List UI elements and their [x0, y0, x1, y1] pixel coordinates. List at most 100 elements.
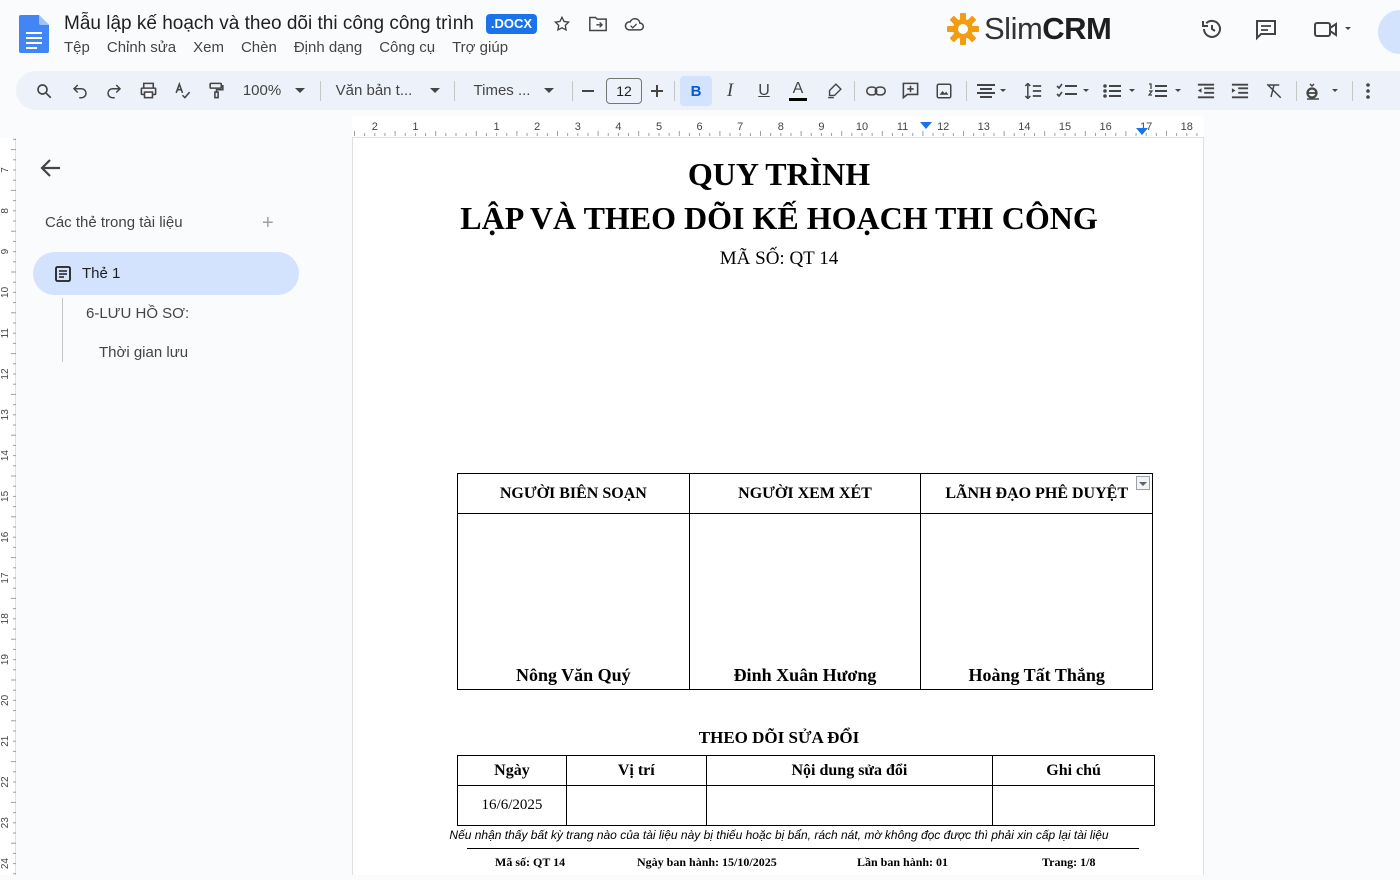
- insert-image-icon[interactable]: [930, 71, 958, 110]
- add-tab-icon[interactable]: +: [262, 212, 274, 235]
- insert-link-icon[interactable]: [862, 71, 890, 110]
- ruler-label: 10: [856, 121, 868, 133]
- back-arrow-icon[interactable]: [38, 156, 64, 180]
- decrease-indent-icon[interactable]: [1192, 71, 1220, 110]
- highlight-icon[interactable]: [820, 71, 848, 110]
- vruler-ticks: 7 8 9 10 11 12 13 14 15 16 17 18 19 20 21 22 23 24: [0, 138, 16, 875]
- document-title[interactable]: Mẫu lập kế hoạch và theo dõi thi công cô…: [64, 13, 474, 35]
- menu-tools[interactable]: Công cụ: [379, 39, 435, 56]
- vruler-label: 18: [0, 613, 11, 625]
- history-icon[interactable]: [1197, 14, 1227, 44]
- top-bar: Mẫu lập kế hoạch và theo dõi thi công cô…: [0, 0, 1400, 68]
- vruler-label: 13: [0, 409, 11, 421]
- decrease-font-size-icon[interactable]: [577, 71, 599, 110]
- checklist-icon[interactable]: [1054, 71, 1094, 110]
- horizontal-ruler[interactable]: 2 1 1 2 3 4 5 6 7 8 9 10 11 12 13 14 15 16 17 18: [352, 116, 1204, 138]
- ruler-label: 4: [615, 121, 621, 133]
- outline-item[interactable]: Thời gian lưu: [99, 344, 188, 361]
- sign-name: Đinh Xuân Hương: [688, 513, 922, 690]
- vruler-label: 17: [0, 572, 11, 584]
- font-family-select[interactable]: Times ...: [468, 71, 560, 110]
- doc-code: MÃ SỐ: QT 14: [719, 248, 839, 269]
- docs-logo-icon[interactable]: [19, 15, 49, 53]
- move-folder-icon[interactable]: [587, 13, 609, 35]
- print-icon[interactable]: [134, 71, 162, 110]
- ruler-label: 1: [494, 121, 500, 133]
- footer-code: Mã số: QT 14: [495, 855, 566, 869]
- star-icon[interactable]: [551, 13, 573, 35]
- editing-mode-icon[interactable]: [1304, 71, 1344, 110]
- menu-insert[interactable]: Chèn: [241, 39, 277, 56]
- menu-format[interactable]: Định dạng: [294, 39, 362, 56]
- ruler-label: 15: [1059, 121, 1071, 133]
- menu-bar: Tệp Chỉnh sửa Xem Chèn Định dạng Công cụ…: [64, 39, 525, 56]
- document-tabs-sidebar: [16, 138, 336, 875]
- brand-logo: SlimCRM: [946, 10, 1112, 48]
- paint-format-icon[interactable]: [202, 71, 230, 110]
- redo-icon[interactable]: [100, 71, 128, 110]
- rev-header: Vị trí: [565, 755, 707, 786]
- increase-indent-icon[interactable]: [1226, 71, 1254, 110]
- undo-icon[interactable]: [66, 71, 94, 110]
- revision-title: THEO DÕI SỬA ĐỔI: [698, 728, 860, 747]
- revision-table: Ngày Vị trí Nội dung sửa đổi Ghi chú 16/…: [457, 755, 1155, 826]
- ruler-label: 12: [937, 121, 949, 133]
- clear-formatting-icon[interactable]: [1260, 71, 1288, 110]
- font-size-input[interactable]: 12: [606, 78, 642, 104]
- avatar[interactable]: [1378, 10, 1400, 54]
- paragraph-style-select[interactable]: Văn bản t...: [330, 71, 446, 110]
- menu-view[interactable]: Xem: [193, 39, 224, 56]
- increase-font-size-icon[interactable]: [646, 71, 668, 110]
- document-page[interactable]: QUY TRÌNH LẬP VÀ THEO DÕI KẾ HOẠCH THI C…: [352, 138, 1204, 875]
- vruler-label: 8: [0, 208, 11, 214]
- ruler-label: 16: [1099, 121, 1111, 133]
- more-options-icon[interactable]: [1358, 71, 1378, 110]
- bulleted-list-icon[interactable]: [1100, 71, 1140, 110]
- vruler-label: 11: [0, 328, 11, 339]
- table-chevron-down-icon[interactable]: [1136, 476, 1150, 490]
- cloud-status-icon[interactable]: [623, 13, 645, 35]
- numbered-list-icon[interactable]: [1146, 71, 1186, 110]
- footer-issue: Lần ban hành: 01: [857, 855, 949, 869]
- toolbar-divider: [320, 81, 321, 101]
- menu-edit[interactable]: Chỉnh sửa: [107, 39, 176, 56]
- ruler-label: 3: [575, 121, 581, 133]
- outline-item[interactable]: 6-LƯU HỒ SƠ:: [86, 305, 189, 322]
- spellcheck-icon[interactable]: [168, 71, 196, 110]
- vruler-label: 21: [0, 735, 11, 747]
- search-menus-icon[interactable]: [30, 71, 58, 110]
- indent-marker-icon[interactable]: [920, 122, 932, 129]
- text-color-button[interactable]: A: [784, 71, 812, 110]
- add-comment-icon[interactable]: [896, 71, 924, 110]
- menu-file[interactable]: Tệp: [64, 39, 90, 56]
- vruler-label: 19: [0, 654, 11, 666]
- meet-video-icon[interactable]: [1308, 14, 1358, 44]
- document-tab-icon: [55, 265, 71, 282]
- vertical-ruler[interactable]: 7 8 9 10 11 12 13 14 15 16 17 18 19 20 21 22 23 24: [0, 138, 16, 875]
- sign-name: Nông Văn Quý: [457, 513, 690, 690]
- brand-name: SlimCRM: [984, 11, 1112, 47]
- doc-heading-1: QUY TRÌNH: [687, 156, 871, 192]
- brand-bold-text: CRM: [1042, 11, 1112, 46]
- sign-header: LÃNH ĐẠO PHÊ DUYỆT: [920, 473, 1153, 514]
- comments-icon[interactable]: [1251, 14, 1281, 44]
- zoom-select[interactable]: 100%: [236, 71, 312, 110]
- vruler-label: 20: [0, 694, 11, 706]
- footer-note: Nếu nhận thấy bất kỳ trang nào của tài l…: [449, 828, 1109, 842]
- italic-button[interactable]: I: [716, 71, 744, 110]
- ruler-label: 2: [372, 121, 378, 133]
- formatting-toolbar: 100% Văn bản t... Times ... 12 B I U A: [16, 71, 1400, 110]
- align-menu-icon[interactable]: [974, 71, 1010, 110]
- tabs-title: Các thẻ trong tài liệu: [45, 214, 183, 231]
- text-color-letter: A: [792, 79, 804, 97]
- line-spacing-icon[interactable]: [1018, 71, 1046, 110]
- doc-heading-2: LẬP VÀ THEO DÕI KẾ HOẠCH THI CÔNG: [460, 200, 1098, 236]
- underline-button[interactable]: U: [750, 71, 778, 110]
- vruler-label: 10: [0, 286, 11, 298]
- tab-item-active[interactable]: Thẻ 1: [33, 252, 299, 295]
- menu-help[interactable]: Trợ giúp: [452, 39, 508, 56]
- rev-header: Ngày: [457, 755, 567, 786]
- bold-button[interactable]: B: [680, 76, 712, 106]
- vruler-label: 24: [0, 858, 11, 870]
- ruler-label: 9: [818, 121, 824, 133]
